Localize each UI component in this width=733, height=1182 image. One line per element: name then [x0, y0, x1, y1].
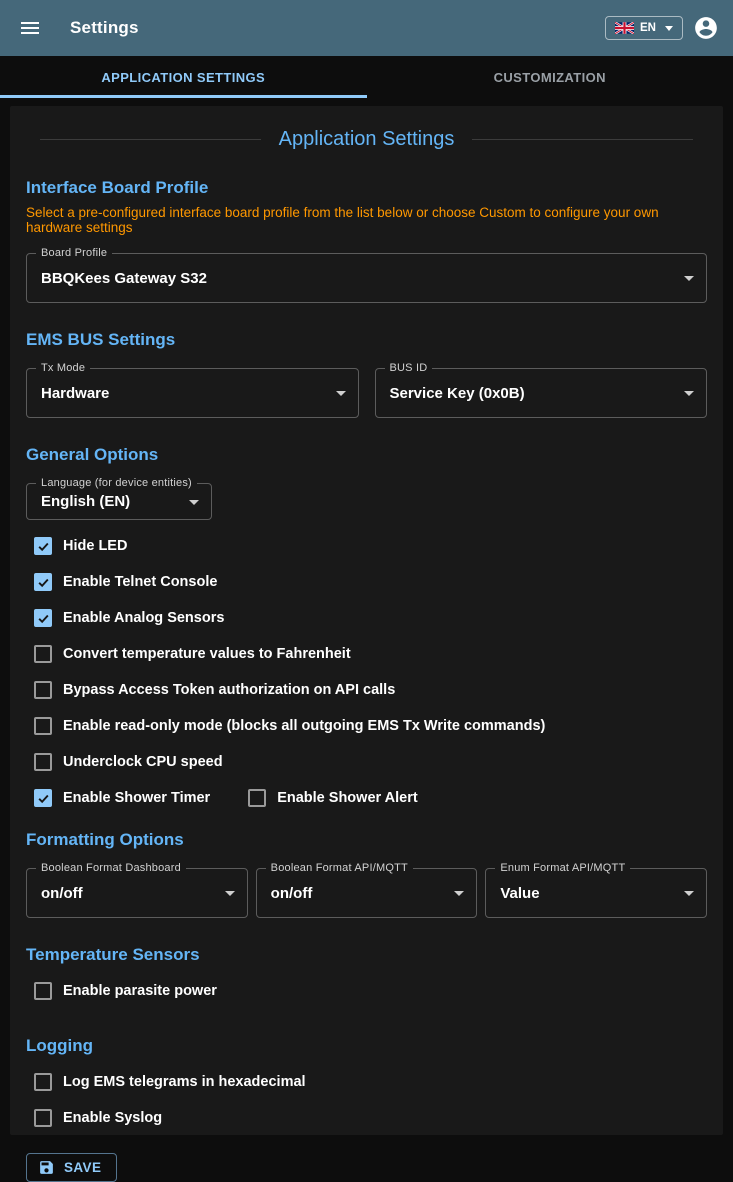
- dropdown-arrow-icon: [454, 891, 464, 896]
- tx-mode-select[interactable]: Tx Mode Hardware: [26, 368, 359, 418]
- checkbox-enable-shower-alert[interactable]: Enable Shower Alert: [240, 789, 417, 807]
- enum-format-api-value: Value: [500, 885, 539, 902]
- checkbox[interactable]: [34, 982, 52, 1000]
- checkbox-enable-analog-sensors[interactable]: Enable Analog Sensors: [26, 600, 707, 636]
- checkbox[interactable]: [34, 789, 52, 807]
- board-profile-label: Board Profile: [36, 247, 112, 259]
- tx-mode-value: Hardware: [41, 385, 109, 402]
- general-options-checkbox-list: Hide LED Enable Telnet Console Enable An…: [26, 528, 707, 816]
- section-temperature-sensors: Temperature Sensors: [26, 945, 707, 965]
- boolean-format-dashboard-value: on/off: [41, 885, 83, 902]
- tab-bar: APPLICATION SETTINGS CUSTOMIZATION: [0, 56, 733, 98]
- checkbox[interactable]: [34, 753, 52, 771]
- enum-format-api-select[interactable]: Enum Format API/MQTT Value: [485, 868, 707, 918]
- language-entities-value: English (EN): [41, 493, 130, 510]
- checkbox[interactable]: [34, 609, 52, 627]
- tab-customization[interactable]: CUSTOMIZATION: [367, 56, 733, 98]
- checkbox[interactable]: [34, 681, 52, 699]
- language-selector-button[interactable]: EN: [605, 16, 683, 40]
- shower-options-row: Enable Shower Timer Enable Shower Alert: [26, 780, 707, 816]
- dropdown-arrow-icon: [684, 276, 694, 281]
- enum-format-api-label: Enum Format API/MQTT: [495, 862, 630, 874]
- account-avatar-icon[interactable]: [693, 15, 719, 41]
- checkbox[interactable]: [34, 573, 52, 591]
- dropdown-arrow-icon: [189, 500, 199, 505]
- tab-application-settings[interactable]: APPLICATION SETTINGS: [0, 56, 367, 98]
- chevron-down-icon: [665, 26, 673, 31]
- page-title: Application Settings: [261, 128, 473, 151]
- checkbox-enable-shower-timer[interactable]: Enable Shower Timer: [26, 789, 210, 807]
- save-button-label: SAVE: [64, 1160, 101, 1175]
- boolean-format-dashboard-label: Boolean Format Dashboard: [36, 862, 186, 874]
- checkbox[interactable]: [248, 789, 266, 807]
- board-profile-description: Select a pre-configured interface board …: [26, 205, 707, 235]
- dropdown-arrow-icon: [684, 891, 694, 896]
- section-logging: Logging: [26, 1036, 707, 1056]
- checkbox-log-ems-hex[interactable]: Log EMS telegrams in hexadecimal: [26, 1064, 707, 1100]
- settings-card: Application Settings Interface Board Pro…: [10, 106, 723, 1135]
- checkbox-hide-led[interactable]: Hide LED: [26, 528, 707, 564]
- active-tab-indicator: [0, 95, 367, 98]
- dropdown-arrow-icon: [684, 391, 694, 396]
- dropdown-arrow-icon: [336, 391, 346, 396]
- checkbox-underclock-cpu[interactable]: Underclock CPU speed: [26, 744, 707, 780]
- tx-mode-label: Tx Mode: [36, 362, 90, 374]
- uk-flag-icon: [615, 22, 634, 34]
- checkbox-convert-fahrenheit[interactable]: Convert temperature values to Fahrenheit: [26, 636, 707, 672]
- checkbox[interactable]: [34, 1073, 52, 1091]
- checkbox-enable-parasite-power[interactable]: Enable parasite power: [26, 973, 707, 1009]
- hamburger-menu-icon[interactable]: [14, 12, 46, 44]
- checkbox-read-only-mode[interactable]: Enable read-only mode (blocks all outgoi…: [26, 708, 707, 744]
- app-bar: Settings EN: [0, 0, 733, 56]
- save-button[interactable]: SAVE: [26, 1153, 117, 1182]
- boolean-format-api-select[interactable]: Boolean Format API/MQTT on/off: [256, 868, 478, 918]
- checkbox[interactable]: [34, 645, 52, 663]
- checkbox[interactable]: [34, 537, 52, 555]
- bus-id-select[interactable]: BUS ID Service Key (0x0B): [375, 368, 708, 418]
- board-profile-value: BBQKees Gateway S32: [41, 270, 207, 287]
- language-entities-label: Language (for device entities): [36, 477, 197, 489]
- boolean-format-api-value: on/off: [271, 885, 313, 902]
- board-profile-select[interactable]: Board Profile BBQKees Gateway S32: [26, 253, 707, 303]
- save-floppy-icon: [38, 1159, 55, 1176]
- boolean-format-dashboard-select[interactable]: Boolean Format Dashboard on/off: [26, 868, 248, 918]
- checkbox-bypass-access-token[interactable]: Bypass Access Token authorization on API…: [26, 672, 707, 708]
- checkbox[interactable]: [34, 1109, 52, 1127]
- dropdown-arrow-icon: [225, 891, 235, 896]
- section-interface-board-profile: Interface Board Profile: [26, 178, 707, 198]
- page-title-divider: Application Settings: [40, 128, 693, 151]
- section-general-options: General Options: [26, 445, 707, 465]
- boolean-format-api-label: Boolean Format API/MQTT: [266, 862, 413, 874]
- language-entities-select[interactable]: Language (for device entities) English (…: [26, 483, 212, 520]
- section-formatting-options: Formatting Options: [26, 830, 707, 850]
- checkbox[interactable]: [34, 717, 52, 735]
- checkbox-enable-telnet-console[interactable]: Enable Telnet Console: [26, 564, 707, 600]
- bus-id-label: BUS ID: [385, 362, 433, 374]
- bus-id-value: Service Key (0x0B): [390, 385, 525, 402]
- language-label: EN: [640, 22, 656, 34]
- page-header-title: Settings: [70, 18, 139, 38]
- section-ems-bus-settings: EMS BUS Settings: [26, 330, 707, 350]
- checkbox-enable-syslog[interactable]: Enable Syslog: [26, 1100, 707, 1136]
